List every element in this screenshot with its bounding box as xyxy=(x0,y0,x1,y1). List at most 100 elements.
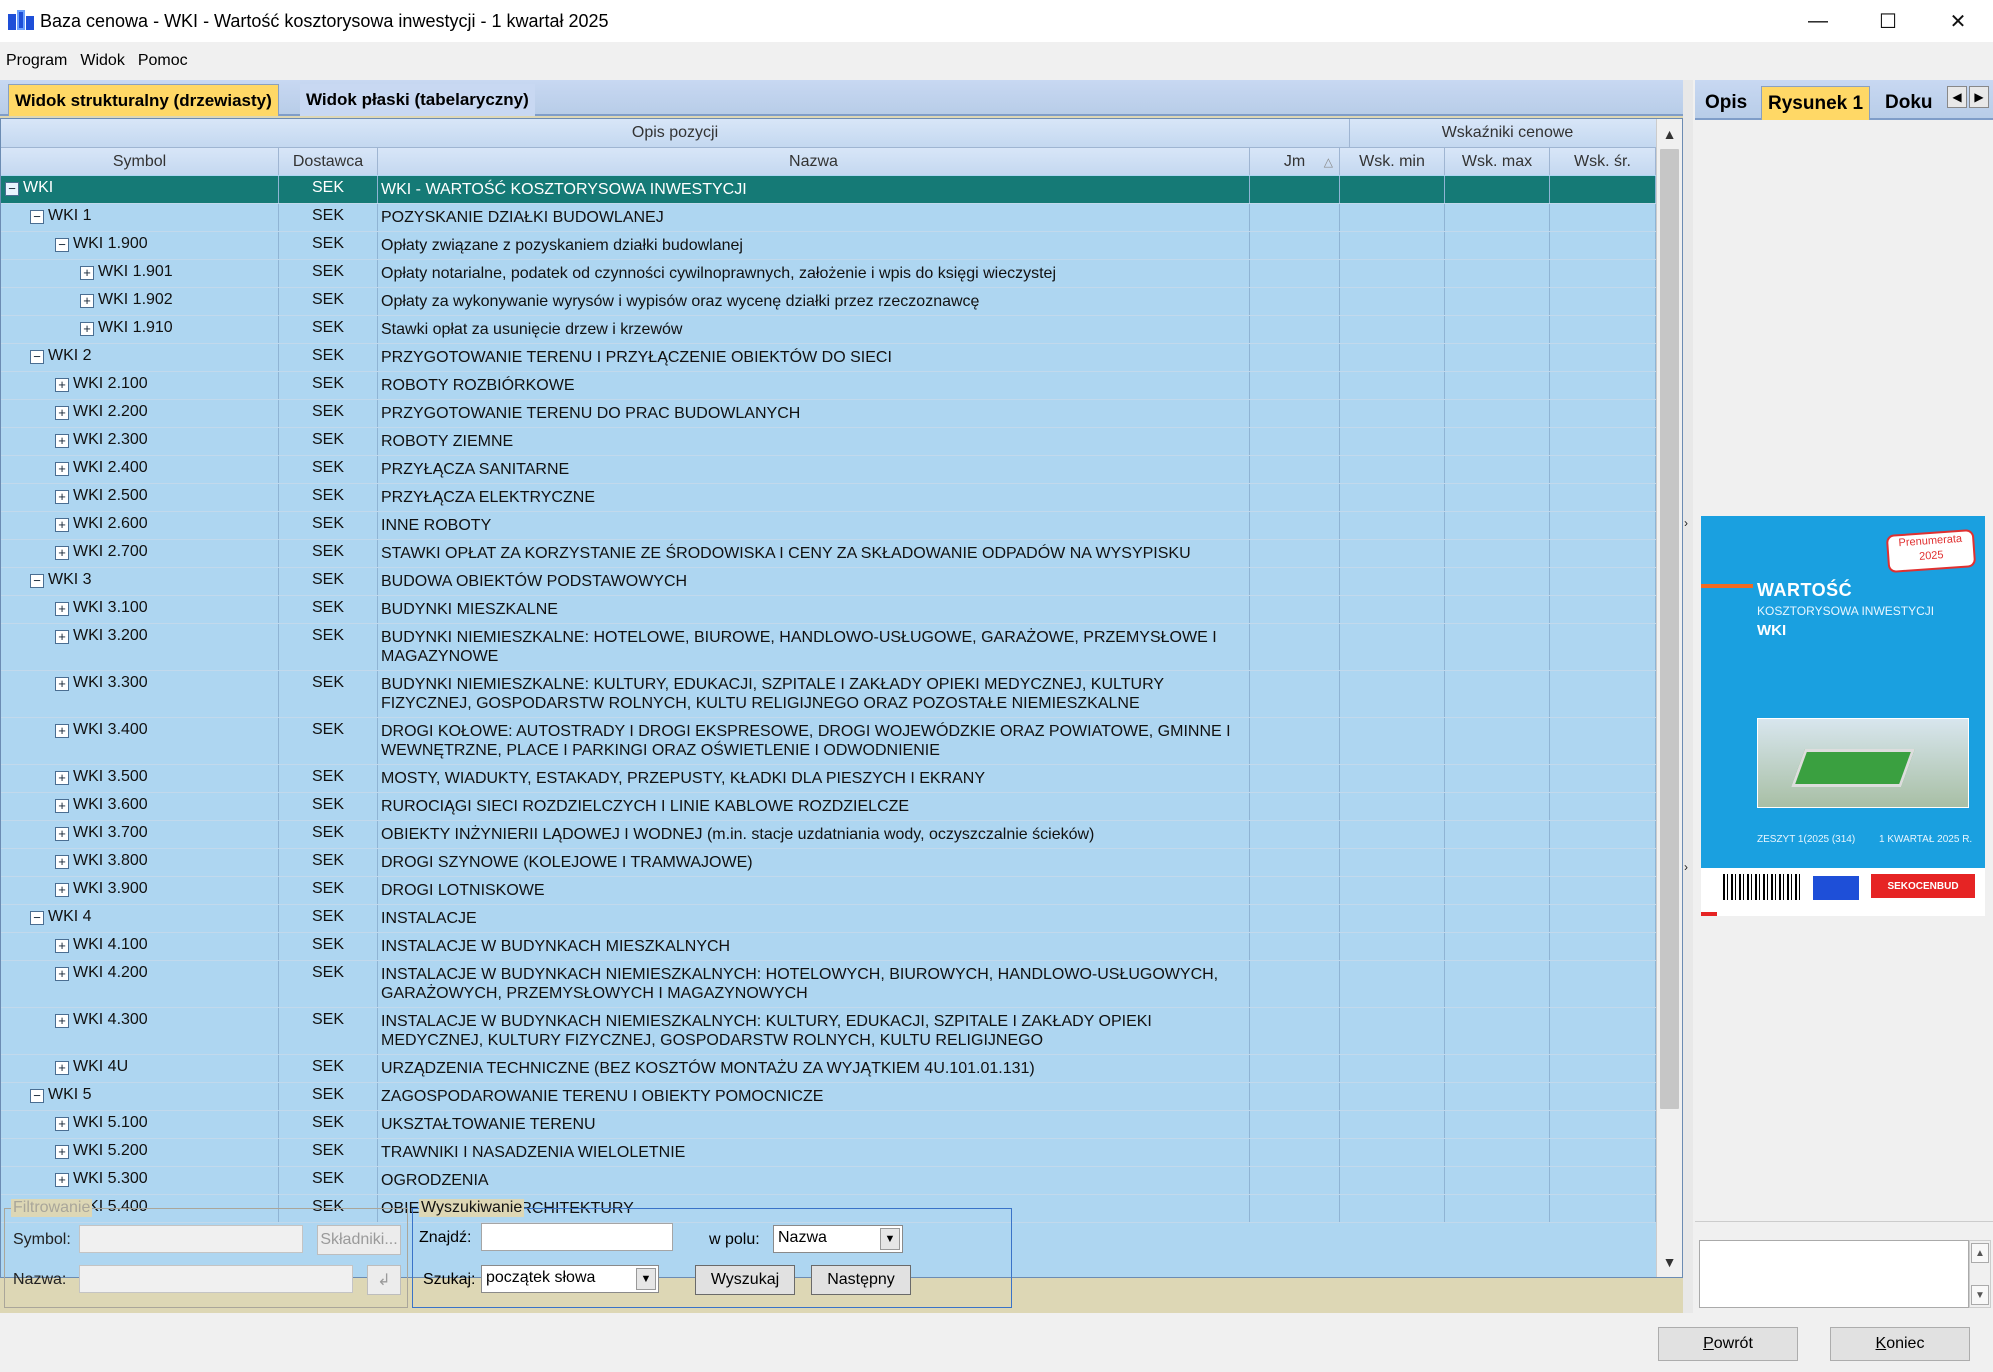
powrot-button[interactable]: Powrót xyxy=(1658,1327,1798,1361)
table-row[interactable]: + WKI 4.100 SEK INSTALACJE W BUDYNKACH MIES… xyxy=(1,933,1656,961)
col-header-jm[interactable]: Jm △ xyxy=(1250,148,1340,175)
tab-scroll-right-icon[interactable]: ▶ xyxy=(1969,86,1989,108)
w-polu-select[interactable]: Nazwa ▼ xyxy=(773,1225,903,1253)
table-row[interactable]: + WKI 2.300 SEK ROBOTY ZIEMNE xyxy=(1,428,1656,456)
expand-icon[interactable]: + xyxy=(55,827,69,841)
expand-icon[interactable]: + xyxy=(55,518,69,532)
table-row[interactable]: + WKI 3.300 SEK BUDYNKI NIEMIESZKALNE: KULT… xyxy=(1,671,1656,718)
expand-icon[interactable]: + xyxy=(55,462,69,476)
expand-icon[interactable]: + xyxy=(55,1173,69,1187)
filter-symbol-input[interactable] xyxy=(79,1225,303,1253)
table-row[interactable]: + WKI 3.900 SEK DROGI LOTNISKOWE xyxy=(1,877,1656,905)
col-header-symbol[interactable]: Symbol xyxy=(1,148,279,175)
expand-icon[interactable]: + xyxy=(55,406,69,420)
expand-icon[interactable]: + xyxy=(55,1061,69,1075)
collapse-icon[interactable]: − xyxy=(30,1089,44,1103)
tab-flat-view[interactable]: Widok płaski (tabelaryczny) xyxy=(300,84,535,116)
table-row[interactable]: + WKI 1.902 SEK Opłaty za wykonywanie wyrys… xyxy=(1,288,1656,316)
tab-rysunek-1[interactable]: Rysunek 1 xyxy=(1761,86,1871,120)
scroll-up-icon[interactable]: ▲ xyxy=(1971,1243,1989,1263)
splitter-arrow-icon[interactable]: › xyxy=(1684,516,1694,530)
col-header-wsk-max[interactable]: Wsk. max xyxy=(1445,148,1550,175)
collapse-icon[interactable]: − xyxy=(30,574,44,588)
table-row[interactable]: + WKI 3.200 SEK BUDYNKI NIEMIESZKALNE: HOTE… xyxy=(1,624,1656,671)
table-row[interactable]: − WKI 5 SEK ZAGOSPODAROWANIE TERENU I OBIEK… xyxy=(1,1083,1656,1111)
expand-icon[interactable]: + xyxy=(55,546,69,560)
table-row[interactable]: + WKI 2.600 SEK INNE ROBOTY xyxy=(1,512,1656,540)
table-row[interactable]: + WKI 3.100 SEK BUDYNKI MIESZKALNE xyxy=(1,596,1656,624)
collapse-icon[interactable]: − xyxy=(30,911,44,925)
col-header-wsk-min[interactable]: Wsk. min xyxy=(1340,148,1445,175)
tab-opis[interactable]: Opis xyxy=(1699,86,1753,120)
koniec-button[interactable]: Koniec xyxy=(1830,1327,1970,1361)
table-row[interactable]: + WKI 3.700 SEK OBIEKTY INŻYNIERII LĄDOWEJ … xyxy=(1,821,1656,849)
expand-icon[interactable]: + xyxy=(55,724,69,738)
expand-icon[interactable]: + xyxy=(80,266,94,280)
table-row[interactable]: + WKI 2.100 SEK ROBOTY ROZBIÓRKOWE xyxy=(1,372,1656,400)
expand-icon[interactable]: + xyxy=(55,1014,69,1028)
expand-icon[interactable]: + xyxy=(55,490,69,504)
table-row[interactable]: − WKI 4 SEK INSTALACJE xyxy=(1,905,1656,933)
table-row[interactable]: + WKI 4.200 SEK INSTALACJE W BUDYNKACH NIEM… xyxy=(1,961,1656,1008)
expand-icon[interactable]: + xyxy=(55,771,69,785)
table-row[interactable]: + WKI 3.600 SEK RUROCIĄGI SIECI ROZDZIELCZY… xyxy=(1,793,1656,821)
drawing-caption-box[interactable] xyxy=(1699,1240,1969,1308)
col-header-nazwa[interactable]: Nazwa xyxy=(378,148,1250,175)
filter-apply-icon[interactable]: ↲ xyxy=(367,1265,401,1295)
filter-nazwa-input[interactable] xyxy=(79,1265,353,1293)
expand-icon[interactable]: + xyxy=(55,602,69,616)
expand-icon[interactable]: + xyxy=(55,677,69,691)
minimize-icon[interactable]: — xyxy=(1783,0,1853,42)
nastepny-button[interactable]: Następny xyxy=(811,1265,911,1295)
expand-icon[interactable]: + xyxy=(55,434,69,448)
maximize-icon[interactable]: ☐ xyxy=(1853,0,1923,42)
menu-pomoc[interactable]: Pomoc xyxy=(138,52,188,70)
table-row[interactable]: + WKI 2.700 SEK STAWKI OPŁAT ZA KORZYSTANIE… xyxy=(1,540,1656,568)
table-row[interactable]: − WKI 1.900 SEK Opłaty związane z pozyskani… xyxy=(1,232,1656,260)
table-row[interactable]: + WKI 3.400 SEK DROGI KOŁOWE: AUTOSTRADY I … xyxy=(1,718,1656,765)
expand-icon[interactable]: + xyxy=(55,799,69,813)
panel-splitter[interactable] xyxy=(1683,80,1693,1313)
table-row[interactable]: + WKI 2.500 SEK PRZYŁĄCZA ELEKTRYCZNE xyxy=(1,484,1656,512)
menu-widok[interactable]: Widok xyxy=(80,52,124,70)
expand-icon[interactable]: + xyxy=(80,294,94,308)
tab-dokument[interactable]: Doku xyxy=(1879,86,1943,120)
table-row[interactable]: + WKI 5.200 SEK TRAWNIKI I NASADZENIA WIELO… xyxy=(1,1139,1656,1167)
table-row[interactable]: + WKI 5.300 SEK OGRODZENIA xyxy=(1,1167,1656,1195)
scroll-up-icon[interactable]: ▲ xyxy=(1657,121,1682,147)
znajdz-input[interactable] xyxy=(481,1223,673,1251)
scroll-down-icon[interactable]: ▼ xyxy=(1971,1285,1989,1305)
expand-icon[interactable]: + xyxy=(55,939,69,953)
col-header-dostawca[interactable]: Dostawca xyxy=(279,148,378,175)
wyszukaj-button[interactable]: Wyszukaj xyxy=(695,1265,795,1295)
table-row[interactable]: + WKI 3.500 SEK MOSTY, WIADUKTY, ESTAKADY, … xyxy=(1,765,1656,793)
col-header-wsk-sr[interactable]: Wsk. śr. xyxy=(1550,148,1656,175)
table-row[interactable]: + WKI 5.100 SEK UKSZTAŁTOWANIE TERENU xyxy=(1,1111,1656,1139)
table-row[interactable]: + WKI 4.300 SEK INSTALACJE W BUDYNKACH NIEM… xyxy=(1,1008,1656,1055)
skladniki-button[interactable]: Składniki... xyxy=(317,1225,401,1255)
menu-program[interactable]: Program xyxy=(6,52,67,70)
expand-icon[interactable]: + xyxy=(55,883,69,897)
splitter-arrow-icon[interactable]: › xyxy=(1684,860,1694,874)
collapse-icon[interactable]: − xyxy=(5,182,19,196)
tab-structural-view[interactable]: Widok strukturalny (drzewiasty) xyxy=(8,84,279,116)
table-row[interactable]: − WKI 3 SEK BUDOWA OBIEKTÓW PODSTAWOWYCH xyxy=(1,568,1656,596)
table-row[interactable]: + WKI 2.200 SEK PRZYGOTOWANIE TERENU DO PRA… xyxy=(1,400,1656,428)
table-row[interactable]: − WKI 2 SEK PRZYGOTOWANIE TERENU I PRZYŁĄCZ… xyxy=(1,344,1656,372)
table-row[interactable]: − WKI SEK WKI - WARTOŚĆ KOSZTORYSOWA INWEST… xyxy=(1,176,1656,204)
table-row[interactable]: + WKI 2.400 SEK PRZYŁĄCZA SANITARNE xyxy=(1,456,1656,484)
collapse-icon[interactable]: − xyxy=(30,350,44,364)
table-row[interactable]: + WKI 1.910 SEK Stawki opłat za usunięcie d… xyxy=(1,316,1656,344)
chevron-down-icon[interactable]: ▼ xyxy=(880,1228,900,1250)
table-row[interactable]: − WKI 1 SEK POZYSKANIE DZIAŁKI BUDOWLANEJ xyxy=(1,204,1656,232)
table-row[interactable]: + WKI 1.901 SEK Opłaty notarialne, podatek … xyxy=(1,260,1656,288)
expand-icon[interactable]: + xyxy=(55,967,69,981)
table-row[interactable]: + WKI 4U SEK URZĄDZENIA TECHNICZNE (BEZ KOS… xyxy=(1,1055,1656,1083)
chevron-down-icon[interactable]: ▼ xyxy=(636,1268,656,1290)
scroll-down-icon[interactable]: ▼ xyxy=(1657,1249,1682,1275)
szukaj-select[interactable]: początek słowa ▼ xyxy=(481,1265,659,1293)
close-icon[interactable]: ✕ xyxy=(1923,0,1993,42)
expand-icon[interactable]: + xyxy=(80,322,94,336)
caption-scrollbar[interactable]: ▲ ▼ xyxy=(1969,1240,1991,1308)
expand-icon[interactable]: + xyxy=(55,1117,69,1131)
